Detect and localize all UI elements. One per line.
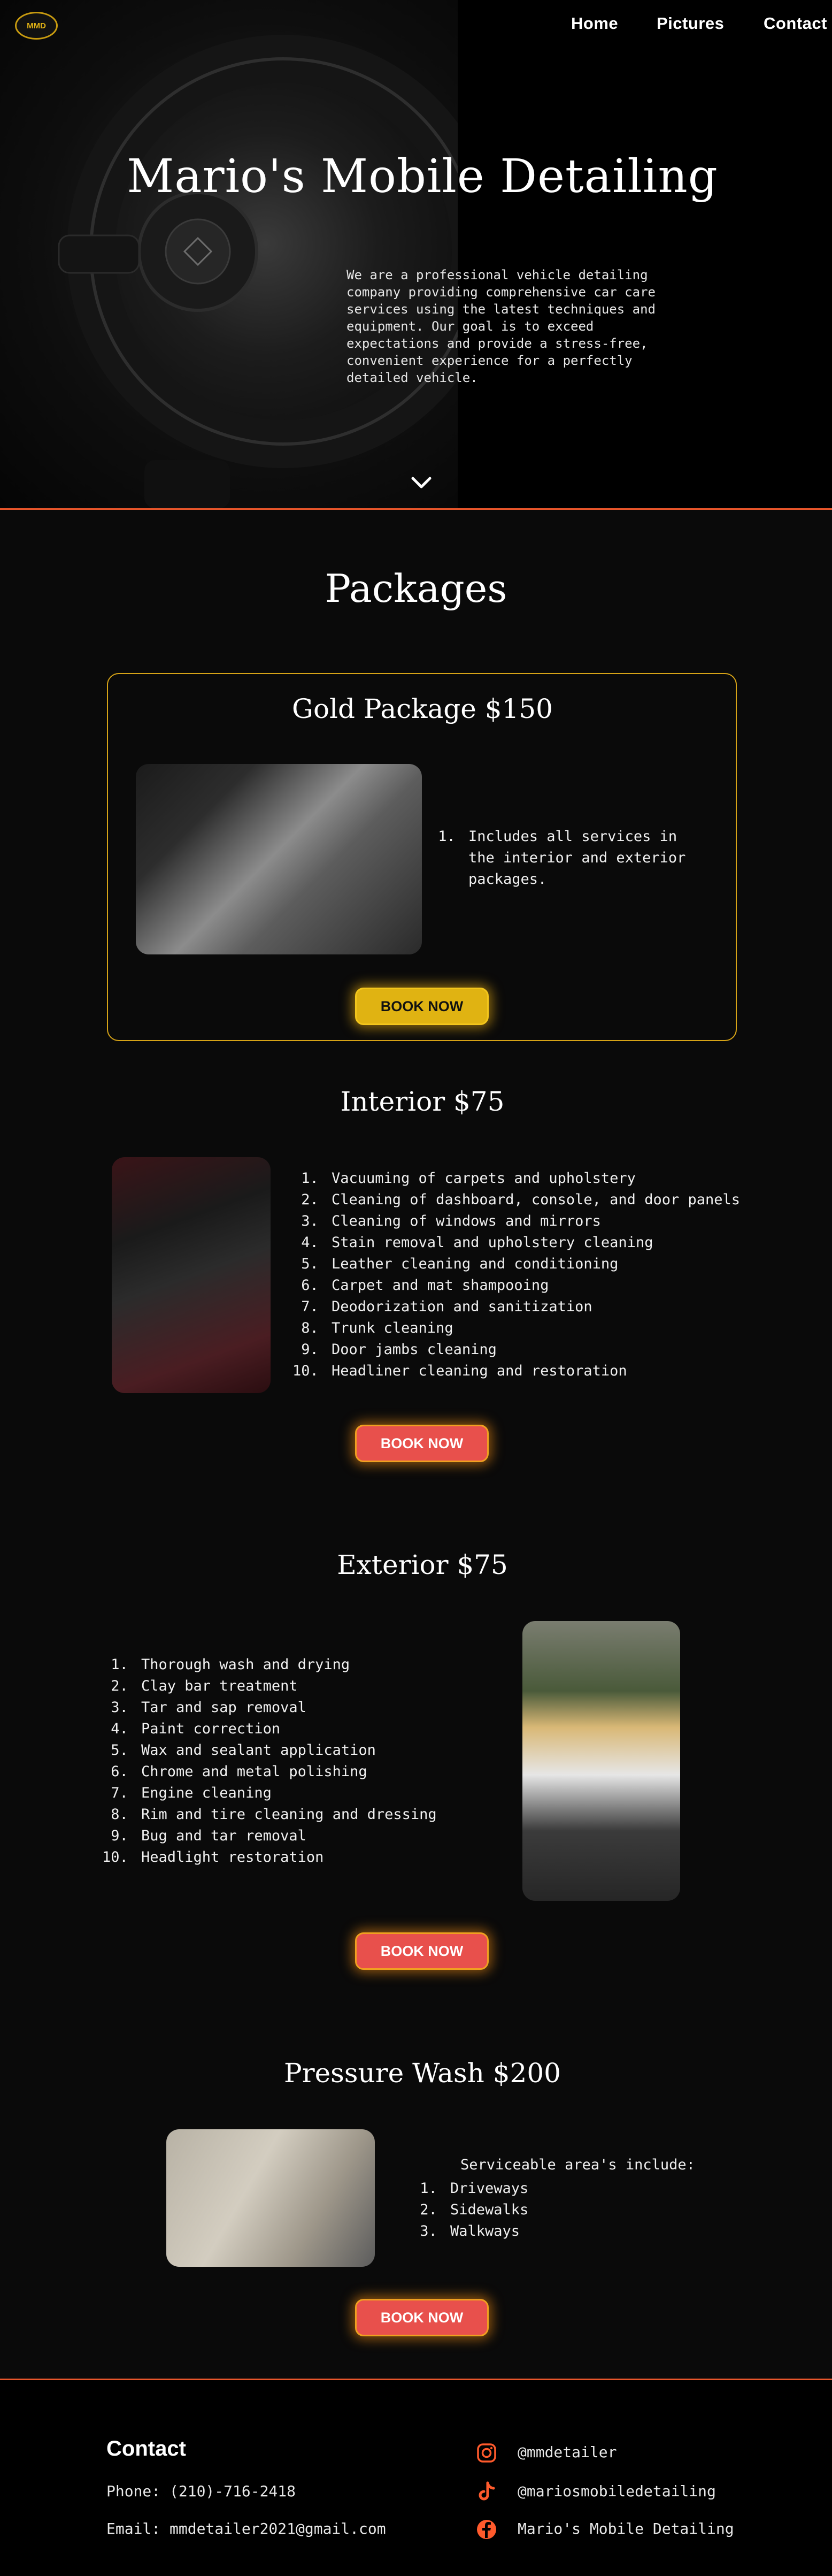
gold-package-list: Includes all services in the interior an… <box>464 826 710 890</box>
list-item: Rim and tire cleaning and dressing <box>137 1804 479 1825</box>
hero-section: MMD Home Pictures Contact Mario's Mobile… <box>0 0 832 508</box>
pressure-wash-list: Driveways Sidewalks Walkways <box>446 2178 660 2242</box>
tiktok-icon[interactable] <box>476 2481 497 2502</box>
list-item: Includes all services in the interior an… <box>464 826 710 890</box>
nav-home-link[interactable]: Home <box>571 14 618 33</box>
pressure-wash-title: Pressure Wash $200 <box>284 2058 561 2089</box>
interior-package-title: Interior $75 <box>340 1086 505 1117</box>
hero-steering-wheel-photo <box>0 0 500 508</box>
pressure-wash-book-now-button[interactable]: BOOK NOW <box>355 2299 489 2336</box>
interior-book-now-button[interactable]: BOOK NOW <box>355 1425 489 1462</box>
list-item: Paint correction <box>137 1718 479 1740</box>
list-item: Headliner cleaning and restoration <box>327 1360 744 1382</box>
list-item: Headlight restoration <box>137 1847 479 1868</box>
list-item: Clay bar treatment <box>137 1676 479 1697</box>
gold-package-photo <box>136 764 422 954</box>
list-item: Bug and tar removal <box>137 1825 479 1847</box>
list-item: Engine cleaning <box>137 1783 479 1804</box>
interior-package-photo <box>112 1157 271 1393</box>
footer <box>0 2380 832 2576</box>
list-item: Chrome and metal polishing <box>137 1761 479 1783</box>
hero-title: Mario's Mobile Detailing <box>127 150 718 203</box>
nav-contact-link[interactable]: Contact <box>764 14 827 33</box>
gold-book-now-button[interactable]: BOOK NOW <box>355 988 489 1025</box>
pressure-wash-intro: Serviceable area's include: <box>460 2157 695 2173</box>
section-divider <box>0 508 832 510</box>
list-item: Carpet and mat shampooing <box>327 1275 744 1296</box>
list-item: Stain removal and upholstery cleaning <box>327 1232 744 1253</box>
list-item: Deodorization and sanitization <box>327 1296 744 1318</box>
list-item: Tar and sap removal <box>137 1697 479 1718</box>
pressure-wash-photo <box>166 2129 375 2267</box>
facebook-icon[interactable] <box>476 2519 497 2540</box>
list-item: Vacuuming of carpets and upholstery <box>327 1168 744 1189</box>
footer-facebook-name[interactable]: Mario's Mobile Detailing <box>518 2520 734 2537</box>
footer-phone[interactable]: Phone: (210)-716-2418 <box>106 2482 296 2500</box>
list-item: Sidewalks <box>446 2199 660 2221</box>
nav-pictures-link[interactable]: Pictures <box>657 14 724 33</box>
footer-email[interactable]: Email: mmdetailer2021@gmail.com <box>106 2520 386 2537</box>
footer-tiktok-handle[interactable]: @mariosmobiledetailing <box>518 2482 716 2500</box>
exterior-book-now-button[interactable]: BOOK NOW <box>355 1932 489 1970</box>
list-item: Thorough wash and drying <box>137 1654 479 1676</box>
instagram-icon[interactable] <box>476 2442 497 2464</box>
chevron-down-icon[interactable] <box>410 475 433 491</box>
exterior-package-photo <box>522 1621 680 1901</box>
list-item: Door jambs cleaning <box>327 1339 744 1360</box>
packages-title: Packages <box>325 566 507 611</box>
list-item: Trunk cleaning <box>327 1318 744 1339</box>
list-item: Cleaning of dashboard, console, and door… <box>327 1189 744 1211</box>
list-item: Cleaning of windows and mirrors <box>327 1211 744 1232</box>
hero-description: We are a professional vehicle detailing … <box>346 267 656 385</box>
list-item: Wax and sealant application <box>137 1740 479 1761</box>
footer-contact-heading: Contact <box>106 2437 186 2460</box>
footer-instagram-handle[interactable]: @mmdetailer <box>518 2443 617 2461</box>
logo[interactable]: MMD <box>15 12 58 40</box>
exterior-package-title: Exterior $75 <box>337 1549 508 1580</box>
interior-package-list: Vacuuming of carpets and upholstery Clea… <box>327 1168 744 1382</box>
exterior-package-list: Thorough wash and drying Clay bar treatm… <box>137 1654 479 1868</box>
gold-package-title: Gold Package $150 <box>292 693 553 724</box>
list-item: Driveways <box>446 2178 660 2199</box>
list-item: Leather cleaning and conditioning <box>327 1253 744 1275</box>
list-item: Walkways <box>446 2221 660 2242</box>
